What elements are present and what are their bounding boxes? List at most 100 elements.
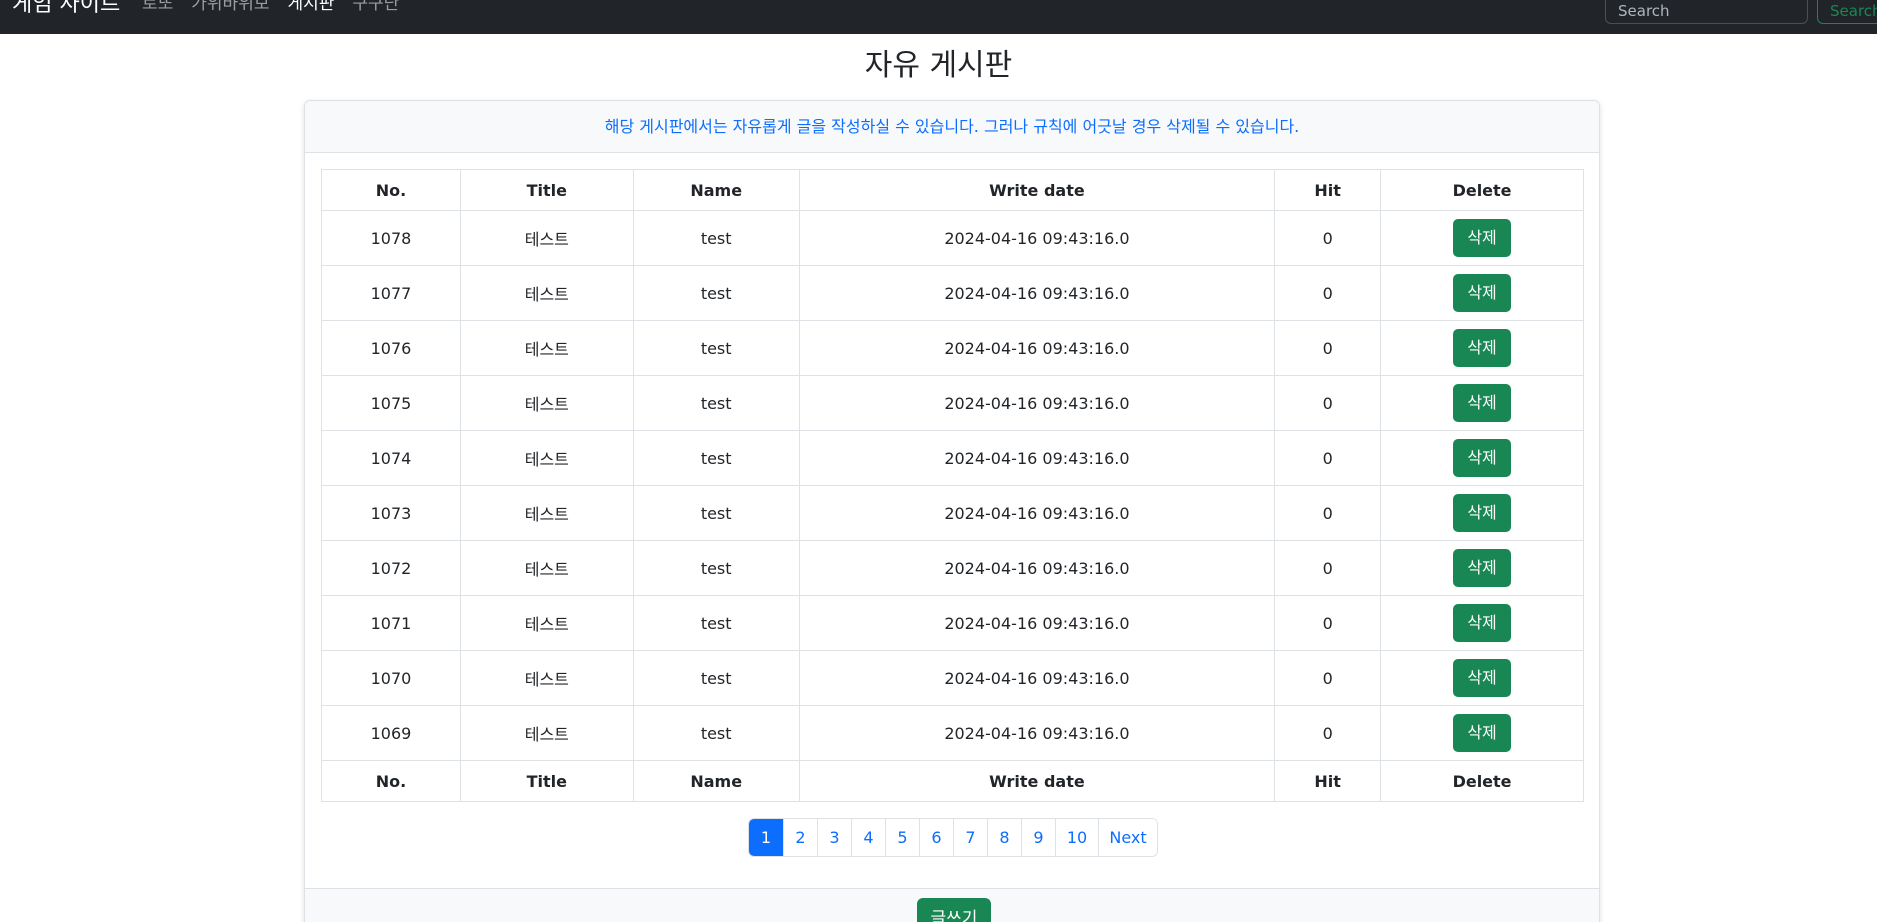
nav-link-multiplication[interactable]: 구구단	[352, 0, 399, 14]
nav-link-lotto[interactable]: 로또	[142, 0, 173, 14]
cell-name: test	[632, 320, 800, 376]
table-row: 1069 테스트 test 2024-04-16 09:43:16.0 0 삭제	[321, 705, 1584, 761]
cell-delete: 삭제	[1380, 705, 1584, 761]
nav-link-board[interactable]: 게시판	[287, 0, 334, 14]
cell-no: 1076	[321, 320, 461, 376]
table-row: 1077 테스트 test 2024-04-16 09:43:16.0 0 삭제	[321, 265, 1584, 321]
table-row: 1071 테스트 test 2024-04-16 09:43:16.0 0 삭제	[321, 595, 1584, 651]
table-row: 1074 테스트 test 2024-04-16 09:43:16.0 0 삭제	[321, 430, 1584, 486]
cell-title[interactable]: 테스트	[459, 375, 634, 431]
page-next-button[interactable]: Next	[1098, 819, 1157, 856]
brand-logo[interactable]: 게임 사이트	[12, 0, 120, 18]
cell-date: 2024-04-16 09:43:16.0	[798, 595, 1276, 651]
cell-delete: 삭제	[1380, 210, 1584, 266]
board-table: No. Title Name Write date Hit Delete 107…	[321, 169, 1584, 802]
cell-hit: 0	[1274, 265, 1382, 321]
cell-no: 1071	[321, 595, 461, 651]
delete-button[interactable]: 삭제	[1453, 659, 1512, 697]
delete-button[interactable]: 삭제	[1453, 549, 1512, 587]
cell-title[interactable]: 테스트	[459, 210, 634, 266]
cell-delete: 삭제	[1380, 375, 1584, 431]
delete-button[interactable]: 삭제	[1453, 274, 1512, 312]
delete-button[interactable]: 삭제	[1453, 494, 1512, 532]
delete-button[interactable]: 삭제	[1453, 219, 1512, 257]
navbar: 게임 사이트 로또 가위바위보 게시판 구구단 Search	[0, 0, 1877, 34]
board-notice: 해당 게시판에서는 자유롭게 글을 작성하실 수 있습니다. 그러나 규칙에 어…	[305, 101, 1599, 153]
cell-name: test	[632, 265, 800, 321]
page-link-8[interactable]: 8	[987, 819, 1021, 856]
cell-no: 1074	[321, 430, 461, 486]
cell-date: 2024-04-16 09:43:16.0	[798, 430, 1276, 486]
cell-name: test	[632, 210, 800, 266]
cell-hit: 0	[1274, 650, 1382, 706]
cell-title[interactable]: 테스트	[459, 485, 634, 541]
cell-no: 1078	[321, 210, 461, 266]
cell-delete: 삭제	[1380, 265, 1584, 321]
column-footer-no: No.	[321, 760, 461, 802]
cell-no: 1073	[321, 485, 461, 541]
table-row: 1070 테스트 test 2024-04-16 09:43:16.0 0 삭제	[321, 650, 1584, 706]
delete-button[interactable]: 삭제	[1453, 329, 1512, 367]
pagination: 1 2 3 4 5 6 7 8 9 10 Next	[748, 818, 1158, 857]
search-input[interactable]	[1605, 0, 1808, 24]
write-post-button[interactable]: 글쓰기	[917, 898, 991, 922]
cell-date: 2024-04-16 09:43:16.0	[798, 650, 1276, 706]
cell-no: 1072	[321, 540, 461, 596]
cell-no: 1075	[321, 375, 461, 431]
column-header-title: Title	[459, 169, 634, 211]
cell-name: test	[632, 485, 800, 541]
page-link-2[interactable]: 2	[783, 819, 817, 856]
column-header-write-date: Write date	[798, 169, 1276, 211]
cell-delete: 삭제	[1380, 540, 1584, 596]
cell-date: 2024-04-16 09:43:16.0	[798, 540, 1276, 596]
cell-no: 1069	[321, 705, 461, 761]
cell-title[interactable]: 테스트	[459, 540, 634, 596]
page-link-3[interactable]: 3	[817, 819, 851, 856]
column-header-hit: Hit	[1274, 169, 1382, 211]
cell-hit: 0	[1274, 705, 1382, 761]
column-footer-title: Title	[459, 760, 634, 802]
cell-title[interactable]: 테스트	[459, 265, 634, 321]
page-title: 자유 게시판	[864, 48, 1013, 83]
delete-button[interactable]: 삭제	[1453, 604, 1512, 642]
table-row: 1076 테스트 test 2024-04-16 09:43:16.0 0 삭제	[321, 320, 1584, 376]
nav-link-rps[interactable]: 가위바위보	[191, 0, 269, 14]
column-header-no: No.	[321, 169, 461, 211]
cell-hit: 0	[1274, 375, 1382, 431]
page-link-6[interactable]: 6	[919, 819, 953, 856]
cell-delete: 삭제	[1380, 485, 1584, 541]
cell-hit: 0	[1274, 210, 1382, 266]
cell-title[interactable]: 테스트	[459, 430, 634, 486]
column-footer-delete: Delete	[1380, 760, 1584, 802]
cell-title[interactable]: 테스트	[459, 595, 634, 651]
delete-button[interactable]: 삭제	[1453, 439, 1512, 477]
cell-hit: 0	[1274, 540, 1382, 596]
page-link-1[interactable]: 1	[749, 819, 783, 856]
table-row: 1073 테스트 test 2024-04-16 09:43:16.0 0 삭제	[321, 485, 1584, 541]
cell-date: 2024-04-16 09:43:16.0	[798, 705, 1276, 761]
cell-title[interactable]: 테스트	[459, 705, 634, 761]
cell-title[interactable]: 테스트	[459, 650, 634, 706]
cell-delete: 삭제	[1380, 430, 1584, 486]
page-link-9[interactable]: 9	[1021, 819, 1055, 856]
page-link-7[interactable]: 7	[953, 819, 987, 856]
delete-button[interactable]: 삭제	[1453, 714, 1512, 752]
cell-date: 2024-04-16 09:43:16.0	[798, 320, 1276, 376]
delete-button[interactable]: 삭제	[1453, 384, 1512, 422]
nav-links: 로또 가위바위보 게시판 구구단	[142, 0, 399, 14]
cell-name: test	[632, 540, 800, 596]
cell-delete: 삭제	[1380, 595, 1584, 651]
table-row: 1075 테스트 test 2024-04-16 09:43:16.0 0 삭제	[321, 375, 1584, 431]
search-button[interactable]: Search	[1817, 0, 1877, 24]
cell-name: test	[632, 430, 800, 486]
cell-name: test	[632, 650, 800, 706]
page-link-10[interactable]: 10	[1055, 819, 1098, 856]
cell-name: test	[632, 705, 800, 761]
page-link-4[interactable]: 4	[851, 819, 885, 856]
page-link-5[interactable]: 5	[885, 819, 919, 856]
column-header-name: Name	[632, 169, 800, 211]
cell-title[interactable]: 테스트	[459, 320, 634, 376]
board-card: 해당 게시판에서는 자유롭게 글을 작성하실 수 있습니다. 그러나 규칙에 어…	[304, 100, 1600, 922]
cell-no: 1070	[321, 650, 461, 706]
column-footer-name: Name	[632, 760, 800, 802]
